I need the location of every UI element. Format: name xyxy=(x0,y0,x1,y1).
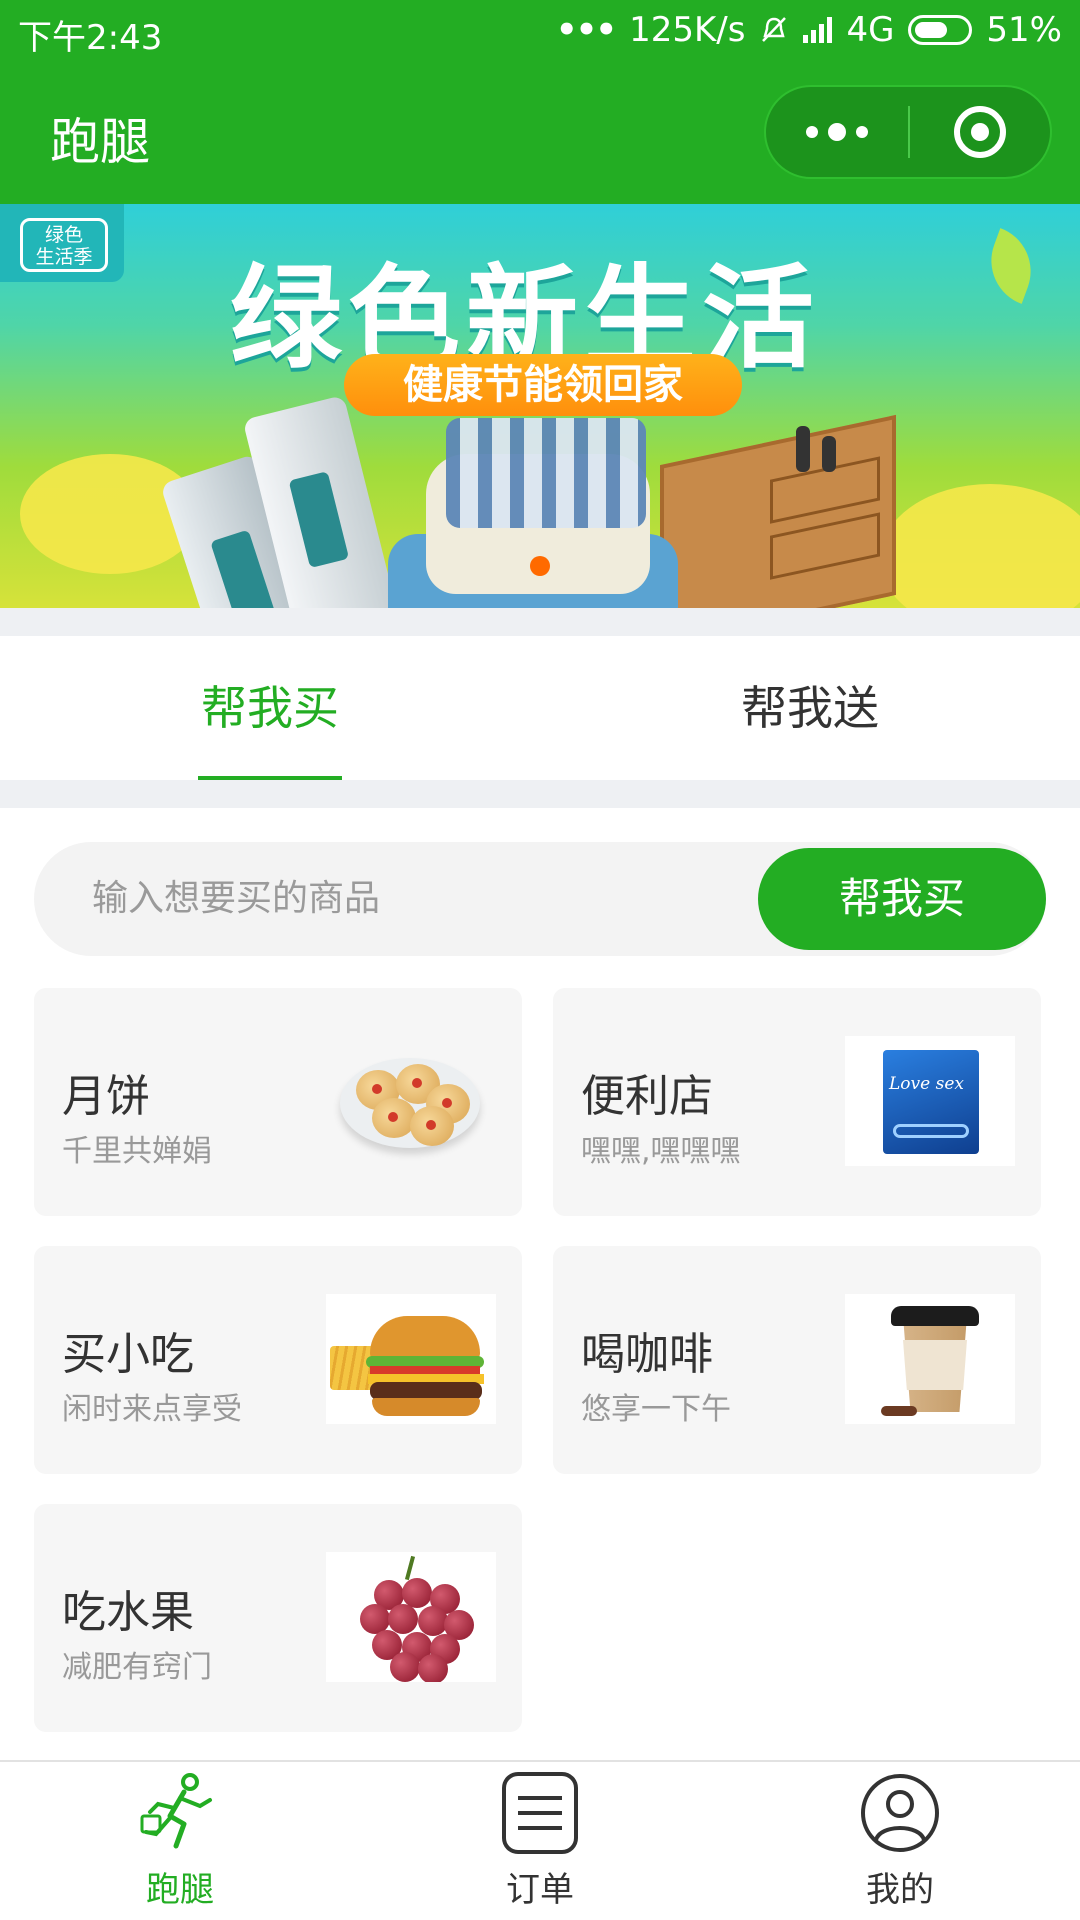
buy-for-me-button[interactable]: 帮我买 xyxy=(758,848,1046,950)
miniprogram-capsule xyxy=(764,85,1052,179)
status-right: ••• 125K/s 4G 51% xyxy=(556,10,1062,50)
card-subtitle: 减肥有窍门 xyxy=(62,1650,212,1685)
divider-band xyxy=(0,780,1080,808)
category-card-coffee[interactable]: 喝咖啡 悠享一下午 xyxy=(553,1246,1041,1474)
mooncake-image xyxy=(326,1036,496,1166)
card-subtitle: 嘿嘿,嘿嘿嘿 xyxy=(581,1134,741,1169)
page-title: 跑腿 xyxy=(50,113,150,171)
category-card-fruit[interactable]: 吃水果 减肥有窍门 xyxy=(34,1504,522,1732)
tabbar-item-errand[interactable]: 跑腿 xyxy=(0,1762,360,1920)
pillow-image xyxy=(446,418,646,528)
close-miniprogram-icon[interactable] xyxy=(910,106,1050,158)
coffee-cup-image xyxy=(845,1294,1015,1424)
burger-image xyxy=(326,1294,496,1424)
category-card-snacks[interactable]: 买小吃 闲时来点享受 xyxy=(34,1246,522,1474)
card-subtitle: 悠享一下午 xyxy=(581,1392,731,1427)
runner-icon xyxy=(140,1773,212,1849)
card-title: 月饼 xyxy=(62,1071,150,1122)
network-speed: 125K/s xyxy=(629,10,746,50)
tab-buy-for-me[interactable]: 帮我买 xyxy=(0,636,540,780)
signal-icon xyxy=(803,17,833,43)
tab-label: 帮我送 xyxy=(741,681,879,735)
card-title: 吃水果 xyxy=(62,1587,194,1638)
category-card-convenience-store[interactable]: 便利店 嘿嘿,嘿嘿嘿 Love sex xyxy=(553,988,1041,1216)
divider-band xyxy=(0,608,1080,636)
tab-deliver-for-me[interactable]: 帮我送 xyxy=(540,636,1080,780)
grapes-image xyxy=(326,1552,496,1682)
tabbar-label: 跑腿 xyxy=(146,1870,214,1910)
order-list-icon xyxy=(502,1772,578,1854)
banner-pill: 健康节能领回家 xyxy=(344,354,742,416)
tabbar-label: 订单 xyxy=(506,1870,574,1910)
status-bar: 下午2:43 ••• 125K/s 4G 51% xyxy=(0,0,1080,62)
card-title: 买小吃 xyxy=(62,1329,194,1380)
tabbar-label: 我的 xyxy=(866,1870,934,1910)
leaf-decoration xyxy=(978,228,1044,304)
badge-line2: 生活季 xyxy=(35,246,93,268)
card-subtitle: 千里共婵娟 xyxy=(62,1134,212,1169)
horse-figurine xyxy=(822,436,836,472)
battery-icon xyxy=(908,15,973,45)
bottom-tab-bar: 跑腿 订单 我的 xyxy=(0,1760,1080,1920)
category-card-mooncake[interactable]: 月饼 千里共婵娟 xyxy=(34,988,522,1216)
cabinet-image xyxy=(660,414,896,608)
card-subtitle: 闲时来点享受 xyxy=(62,1392,242,1427)
network-type: 4G xyxy=(846,10,895,50)
nav-bar: 跑腿 xyxy=(0,62,1080,204)
product-box-image: Love sex xyxy=(845,1036,1015,1166)
horse-figurine xyxy=(796,426,810,472)
user-profile-icon xyxy=(861,1774,939,1852)
status-dots: ••• xyxy=(555,10,617,50)
tabbar-item-orders[interactable]: 订单 xyxy=(360,1762,720,1920)
tabbar-item-profile[interactable]: 我的 xyxy=(720,1762,1080,1920)
carousel-indicator[interactable] xyxy=(530,556,550,576)
more-icon[interactable] xyxy=(766,123,908,141)
service-tabs: 帮我买 帮我送 xyxy=(0,636,1080,780)
splash-decoration xyxy=(880,484,1080,608)
battery-percent: 51% xyxy=(986,10,1062,50)
banner-badge: 绿色 生活季 xyxy=(0,204,124,282)
search-input[interactable]: 输入想要买的商品 xyxy=(92,842,380,956)
box-brand-text: Love sex xyxy=(889,1074,964,1094)
card-title: 便利店 xyxy=(581,1071,713,1122)
search-bar: 输入想要买的商品 帮我买 xyxy=(34,842,1046,956)
status-time: 下午2:43 xyxy=(18,18,163,58)
badge-line1: 绿色 xyxy=(44,224,83,246)
tab-label: 帮我买 xyxy=(201,681,339,735)
promo-banner[interactable]: 绿色 生活季 绿色新生活 健康节能领回家 xyxy=(0,204,1080,608)
card-title: 喝咖啡 xyxy=(581,1329,713,1380)
bell-off-icon xyxy=(762,17,787,42)
